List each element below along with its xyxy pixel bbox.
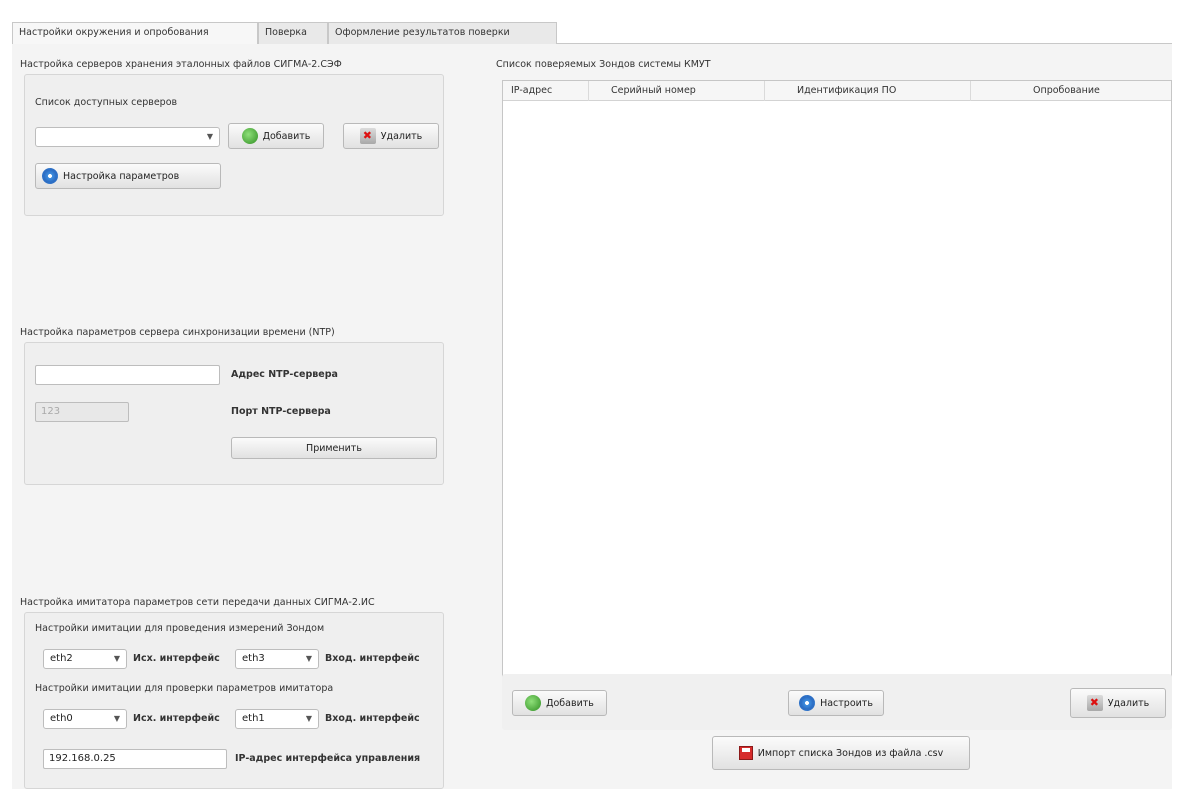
delete-server-label: Удалить <box>380 130 423 142</box>
ntp-section-title: Настройка параметров сервера синхронизац… <box>20 327 335 338</box>
sim1-out-iface-combo[interactable]: eth2 ▼ <box>43 649 127 669</box>
tab-environment-settings[interactable]: Настройки окружения и опробования <box>12 22 258 45</box>
import-csv-label: Импорт списка Зондов из файла .csv <box>757 747 944 759</box>
apply-label: Применить <box>306 442 362 454</box>
mgmt-ip-label: IP-адрес интерфейса управления <box>235 753 421 764</box>
sim2-in-iface-combo[interactable]: eth1 ▼ <box>235 709 319 729</box>
delete-icon <box>1086 695 1103 711</box>
sim1-out-iface-label: Исх. интерфейс <box>133 653 220 664</box>
params-button[interactable]: Настройка параметров <box>35 163 221 189</box>
gear-icon <box>42 168 58 184</box>
ntp-port-input[interactable]: 123 <box>35 402 129 422</box>
add-server-button[interactable]: Добавить <box>228 123 324 149</box>
storage-group: Список доступных серверов ▼ Добавить Уда… <box>24 74 444 216</box>
ntp-group: Адрес NTP-сервера 123 Порт NTP-сервера П… <box>24 342 444 485</box>
simulator-section-title: Настройка имитатора параметров сети пере… <box>20 597 375 608</box>
add-probe-label: Добавить <box>546 697 594 709</box>
servers-combo[interactable]: ▼ <box>35 127 220 147</box>
sim-section1-label: Настройки имитации для проведения измере… <box>35 623 325 634</box>
column-header-serial[interactable]: Серийный номер <box>589 81 765 101</box>
configure-probe-label: Настроить <box>820 697 873 709</box>
simulator-group: Настройки имитации для проведения измере… <box>24 612 444 789</box>
gear-icon <box>799 695 816 711</box>
delete-probe-button[interactable]: Удалить <box>1070 688 1166 718</box>
delete-probe-label: Удалить <box>1107 697 1150 709</box>
sim2-out-iface-label: Исх. интерфейс <box>133 713 220 724</box>
column-header-software-id[interactable]: Идентификация ПО <box>765 81 971 101</box>
sim-section2-label: Настройки имитации для проверки параметр… <box>35 683 334 694</box>
ntp-port-label: Порт NTP-сервера <box>231 406 331 417</box>
add-icon <box>241 128 258 144</box>
sim2-in-iface-label: Вход. интерфейс <box>325 713 420 724</box>
settings-pane: Настройка серверов хранения эталонных фа… <box>12 44 1172 789</box>
chevron-down-icon: ▼ <box>113 714 120 723</box>
save-icon <box>738 746 753 760</box>
tab-results[interactable]: Оформление результатов поверки <box>328 22 557 44</box>
storage-section-title: Настройка серверов хранения эталонных фа… <box>20 59 342 70</box>
apply-button[interactable]: Применить <box>231 437 437 459</box>
tab-bar: Настройки окружения и опробования Поверк… <box>12 22 1172 45</box>
probes-table[interactable]: IP-адрес Серийный номер Идентификация ПО… <box>502 80 1172 712</box>
import-csv-button[interactable]: Импорт списка Зондов из файла .csv <box>712 736 970 770</box>
add-probe-button[interactable]: Добавить <box>512 690 607 716</box>
delete-server-button[interactable]: Удалить <box>343 123 439 149</box>
probes-section-title: Список поверяемых Зондов системы КМУТ <box>496 59 711 70</box>
chevron-down-icon: ▼ <box>305 714 312 723</box>
chevron-down-icon: ▼ <box>305 654 312 663</box>
column-header-testing[interactable]: Опробование <box>971 81 1171 101</box>
probes-table-header: IP-адрес Серийный номер Идентификация ПО… <box>503 81 1171 101</box>
ntp-address-input[interactable] <box>35 365 220 385</box>
sim1-in-iface-label: Вход. интерфейс <box>325 653 420 664</box>
params-label: Настройка параметров <box>63 170 180 182</box>
column-header-ip[interactable]: IP-адрес <box>503 81 589 101</box>
add-icon <box>525 695 542 711</box>
mgmt-ip-input[interactable]: 192.168.0.25 <box>43 749 227 769</box>
sim2-out-iface-combo[interactable]: eth0 ▼ <box>43 709 127 729</box>
chevron-down-icon: ▼ <box>113 654 120 663</box>
chevron-down-icon: ▼ <box>206 132 213 141</box>
sim1-in-iface-combo[interactable]: eth3 ▼ <box>235 649 319 669</box>
servers-list-label: Список доступных серверов <box>35 97 178 108</box>
delete-icon <box>359 128 376 144</box>
add-server-label: Добавить <box>262 130 311 142</box>
ntp-address-label: Адрес NTP-сервера <box>231 369 338 380</box>
configure-probe-button[interactable]: Настроить <box>788 690 884 716</box>
tab-verification[interactable]: Поверка <box>258 22 328 44</box>
